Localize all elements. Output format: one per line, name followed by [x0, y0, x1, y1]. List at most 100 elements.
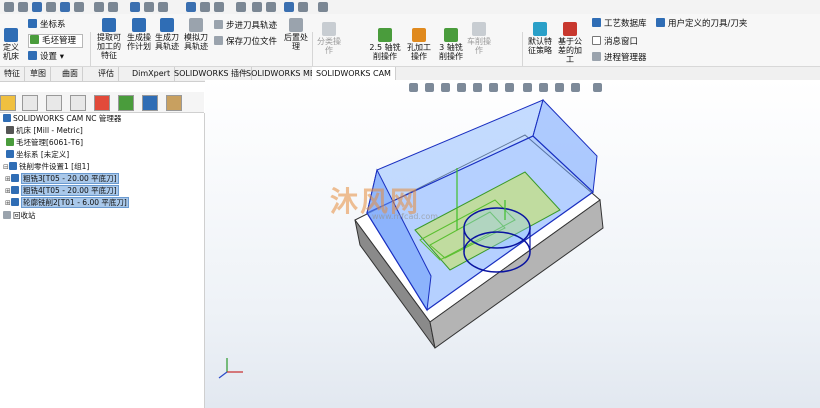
hole-ops-button[interactable]: 孔加工操作 [404, 28, 434, 61]
generate-toolpath-button[interactable]: 生成刀具轨迹 [154, 18, 180, 51]
cam-feature-tree-icon[interactable] [118, 95, 134, 111]
tree-setup[interactable]: ⊟ 铣削零件设置1 [组1] [3, 161, 89, 172]
post-process-button[interactable]: 后置处理 [284, 18, 308, 51]
sort-operations-button[interactable]: 分类操作 [316, 22, 342, 55]
save-cl-file-button[interactable]: 保存刀位文件 [214, 36, 277, 48]
tool-icon[interactable] [298, 2, 308, 12]
sort-icon [322, 22, 336, 36]
turning-ops-button[interactable]: 车削操作 [466, 22, 492, 55]
toolpath-icon [160, 18, 174, 32]
watermark-url: www.mfcad.com [372, 212, 439, 221]
tool-icon[interactable] [266, 2, 276, 12]
cam-nc-manager-tree: SOLIDWORKS CAM NC 管理器 机床 [Mill - Metric]… [0, 113, 205, 408]
stock-icon [30, 35, 39, 44]
tree-machine[interactable]: 机床 [Mill - Metric] [6, 125, 83, 136]
recycle-icon [3, 211, 11, 219]
save-icon[interactable] [32, 2, 42, 12]
tree-operation[interactable]: ⊞ 轮廓铣削2[T01 - 6.00 平底刀] [5, 197, 129, 208]
display-manager-icon[interactable] [94, 95, 110, 111]
default-strategy-button[interactable]: 默认特征策略 [526, 22, 554, 55]
turning-icon [472, 22, 486, 36]
feature-manager-icon[interactable] [0, 95, 16, 111]
tab-surface[interactable]: 曲面 [58, 67, 83, 81]
property-manager-icon[interactable] [22, 95, 38, 111]
simulate-icon [189, 18, 203, 32]
process-icon [592, 52, 601, 61]
tolerance-machining-button[interactable]: 基于公差的加工 [556, 22, 584, 64]
setup-icon [28, 51, 37, 60]
tech-database-button[interactable]: 工艺数据库 [592, 18, 647, 30]
milling-icon [378, 28, 392, 42]
tool-icon[interactable] [284, 2, 294, 12]
tool-icon[interactable] [130, 2, 140, 12]
stock-icon [6, 138, 14, 146]
cam-operation-tree-icon[interactable] [142, 95, 158, 111]
manager-tab-bar [0, 92, 204, 113]
user-tool-button[interactable]: 用户定义的刀具/刀夹 [656, 18, 747, 30]
tolerance-icon [563, 22, 577, 36]
cl-file-icon [214, 36, 223, 45]
tab-dimxpert[interactable]: DimXpert [128, 67, 176, 81]
milling3-icon [444, 28, 458, 42]
milling-25-button[interactable]: 2.5 轴铣削操作 [368, 28, 402, 61]
coordinate-icon [28, 19, 37, 28]
hole-icon [412, 28, 426, 42]
coordinate-system-button[interactable]: 坐标系 [28, 19, 66, 31]
process-manager-button[interactable]: 进程管理器 [592, 52, 647, 64]
tab-sketch[interactable]: 草图 [26, 67, 51, 81]
cam-tool-tree-icon[interactable] [166, 95, 182, 111]
machine-icon [4, 28, 18, 42]
extract-icon [102, 18, 116, 32]
step-icon [214, 20, 223, 29]
tool-icon[interactable] [144, 2, 154, 12]
tab-evaluate[interactable]: 评估 [94, 67, 119, 81]
coordinate-icon [6, 150, 14, 158]
extract-features-button[interactable]: 提取可加工的特征 [94, 18, 124, 60]
database-icon [592, 18, 601, 27]
new-icon[interactable] [4, 2, 14, 12]
tab-addins[interactable]: SOLIDWORKS 插件 [170, 67, 252, 81]
redo-icon[interactable] [74, 2, 84, 12]
print-icon[interactable] [46, 2, 56, 12]
tool-icon[interactable] [236, 2, 246, 12]
simulate-toolpath-button[interactable]: 模拟刀具轨迹 [182, 18, 210, 51]
tool-icon[interactable] [186, 2, 196, 12]
milling-3axis-button[interactable]: 3 轴铣削操作 [436, 28, 466, 61]
tool-icon[interactable] [214, 2, 224, 12]
tab-features[interactable]: 特征 [0, 67, 25, 81]
stock-manager-button[interactable]: 毛坯管理 [28, 34, 84, 48]
tree-operation[interactable]: ⊞ 粗铣4[T05 - 20.00 平底刀] [5, 185, 119, 196]
setup-icon [9, 162, 17, 170]
tree-root[interactable]: SOLIDWORKS CAM NC 管理器 [3, 113, 121, 124]
tab-cam[interactable]: SOLIDWORKS CAM [312, 67, 396, 81]
config-manager-icon[interactable] [46, 95, 62, 111]
step-toolpath-button[interactable]: 步进刀具轨迹 [214, 20, 277, 32]
strategy-icon [533, 22, 547, 36]
tool-icon[interactable] [108, 2, 118, 12]
tool-holder-icon [656, 18, 665, 27]
tree-recycle-bin[interactable]: 回收站 [3, 210, 36, 221]
open-icon[interactable] [18, 2, 28, 12]
tool-icon[interactable] [200, 2, 210, 12]
tree-stock[interactable]: 毛坯管理[6061-T6] [6, 137, 83, 148]
tree-operation[interactable]: ⊞ 粗铣3[T05 - 20.00 平底刀] [5, 173, 119, 184]
tool-icon[interactable] [94, 2, 104, 12]
tree-coordinate[interactable]: 坐标系 [未定义] [6, 149, 69, 160]
dimxpert-manager-icon[interactable] [70, 95, 86, 111]
tool-icon[interactable] [252, 2, 262, 12]
tool-icon[interactable] [318, 2, 328, 12]
quick-access-toolbar [0, 0, 820, 15]
setup-button[interactable]: 设置 ▾ [28, 51, 64, 63]
undo-icon[interactable] [60, 2, 70, 12]
plan-icon [132, 18, 146, 32]
message-window-button[interactable]: 消息窗口 [592, 36, 638, 48]
generate-plan-button[interactable]: 生成操作计划 [126, 18, 152, 51]
tool-icon[interactable] [158, 2, 168, 12]
window-icon [592, 36, 601, 45]
operation-icon [11, 198, 19, 206]
part-model [218, 99, 604, 379]
cam-ribbon: 定义机床 坐标系 毛坯管理 设置 ▾ 提取可加工的特征 生成操作计划 生成刀具轨… [0, 14, 820, 76]
define-machine-button[interactable]: 定义机床 [0, 28, 22, 61]
machine-icon [6, 126, 14, 134]
operation-icon [11, 174, 19, 182]
